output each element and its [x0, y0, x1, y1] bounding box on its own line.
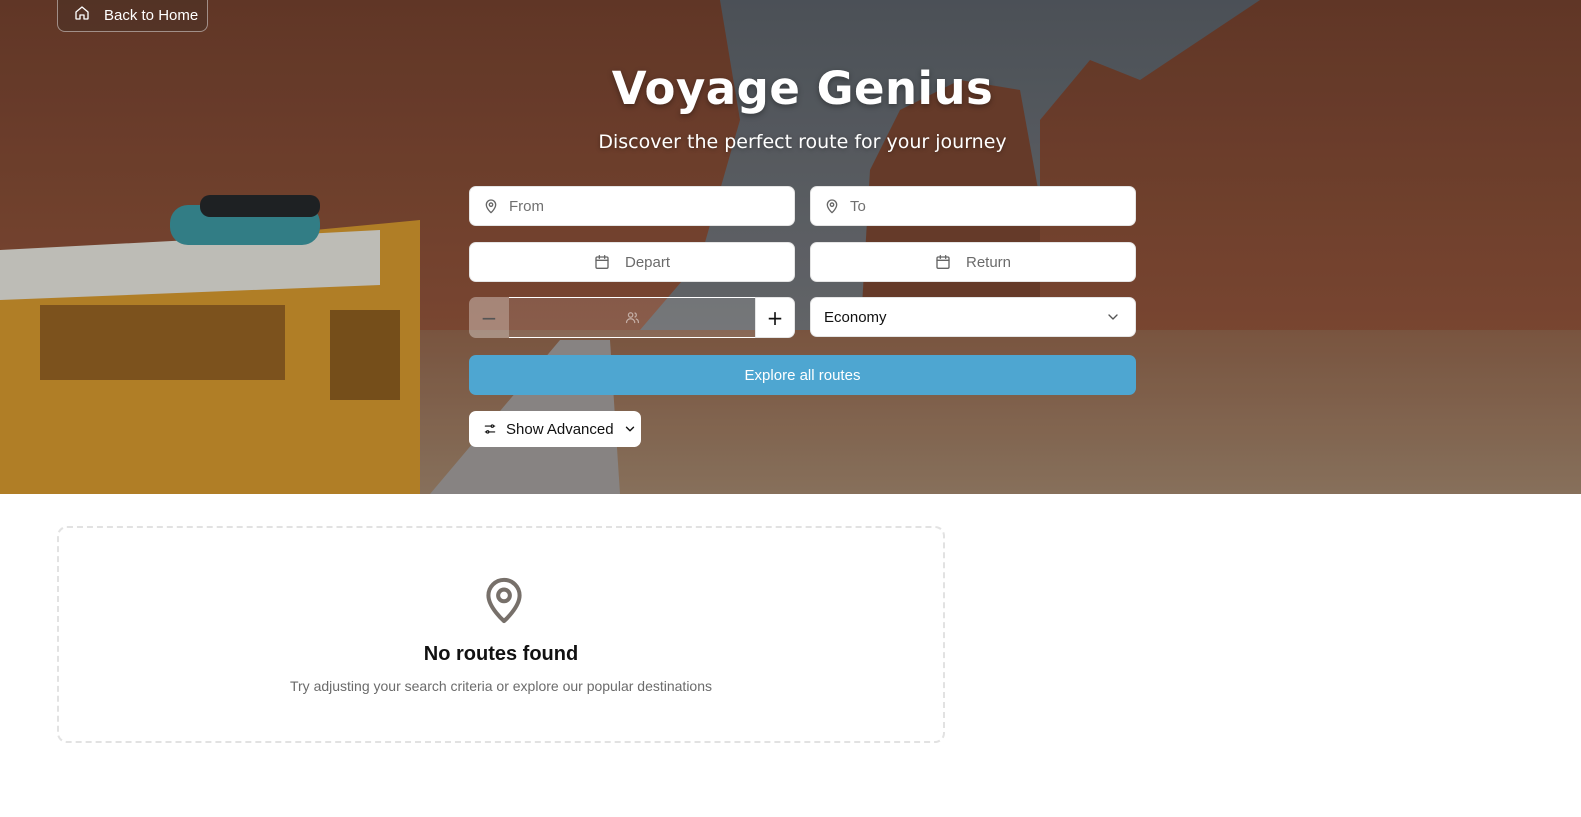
cabin-class-select[interactable]: Economy — [810, 297, 1136, 337]
travelers-stepper: − + — [469, 297, 795, 338]
users-icon — [625, 312, 639, 324]
from-input[interactable] — [509, 197, 794, 215]
increase-travelers-button[interactable]: + — [755, 297, 795, 338]
chevron-down-icon — [625, 426, 634, 432]
empty-results-message: Try adjusting your search criteria or ex… — [289, 678, 713, 694]
page-subtitle: Discover the perfect route for your jour… — [598, 131, 1007, 153]
back-to-home-button[interactable]: Back to Home — [57, 0, 208, 32]
empty-results-card: No routes found Try adjusting your searc… — [57, 526, 945, 743]
calendar-icon — [936, 255, 950, 269]
map-pin-icon — [486, 577, 522, 624]
calendar-icon — [595, 255, 609, 269]
empty-results-title: No routes found — [423, 643, 579, 665]
map-pin-icon — [485, 199, 497, 214]
home-icon — [74, 5, 90, 25]
cabin-class-value: Economy — [824, 308, 887, 326]
explore-all-routes-button[interactable]: Explore all routes — [469, 355, 1136, 395]
chevron-down-icon — [1108, 314, 1118, 320]
map-pin-icon — [826, 199, 838, 214]
depart-label: Depart — [624, 253, 671, 271]
return-label: Return — [965, 253, 1012, 271]
decrease-travelers-button[interactable]: − — [469, 297, 509, 338]
page-title: Voyage Genius — [611, 62, 994, 115]
travelers-count[interactable] — [509, 297, 755, 338]
to-field[interactable] — [810, 186, 1136, 226]
to-input[interactable] — [850, 197, 1135, 215]
from-field[interactable] — [469, 186, 795, 226]
show-advanced-button[interactable]: Show Advanced — [469, 411, 641, 447]
show-advanced-label: Show Advanced — [506, 420, 614, 438]
depart-date-picker[interactable]: Depart — [469, 242, 795, 282]
return-date-picker[interactable]: Return — [810, 242, 1136, 282]
sliders-icon — [484, 424, 496, 434]
back-to-home-label: Back to Home — [104, 6, 199, 24]
